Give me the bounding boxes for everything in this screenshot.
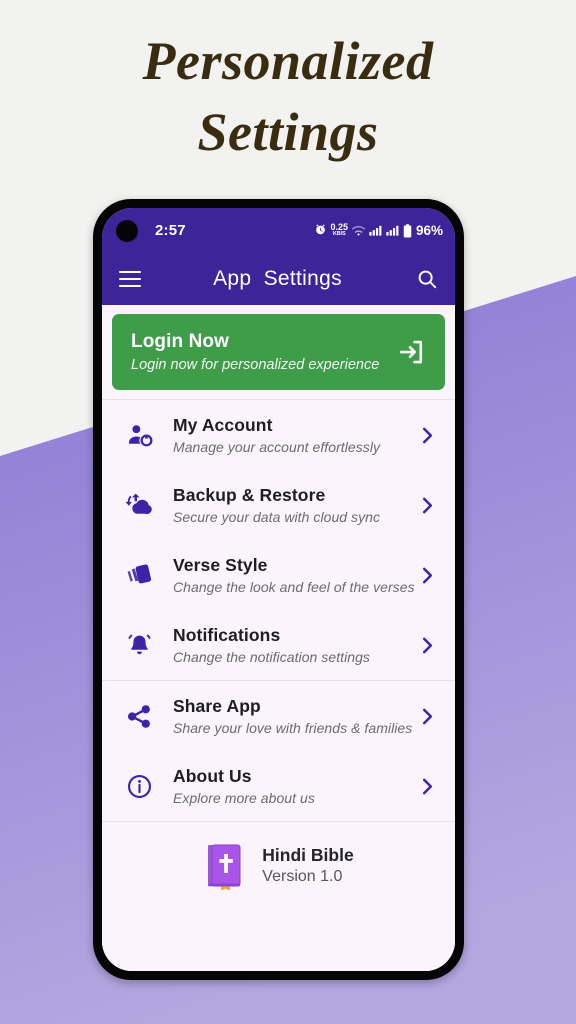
battery-percent-label: 96% [415, 223, 443, 238]
settings-row-texts: About Us Explore more about us [156, 766, 417, 806]
settings-row-texts: Share App Share your love with friends &… [156, 696, 417, 736]
settings-row-subtitle: Manage your account effortlessly [173, 439, 381, 455]
settings-row-subtitle: Explore more about us [173, 790, 315, 806]
settings-row-subtitle: Share your love with friends & families [173, 720, 413, 736]
settings-row-backup-restore[interactable]: Backup & Restore Secure your data with c… [102, 470, 455, 540]
settings-row-texts: My Account Manage your account effortles… [156, 415, 417, 455]
login-arrow-icon[interactable] [397, 337, 427, 367]
network-speed-indicator: 0.25 KB/S [330, 223, 348, 238]
login-now-card[interactable]: Login Now Login now for personalized exp… [112, 314, 445, 390]
login-card-subtitle: Login now for personalized experience [131, 357, 380, 373]
settings-row-subtitle: Change the look and feel of the verses [173, 579, 415, 595]
network-speed-unit: KB/S [332, 231, 346, 238]
hamburger-menu-icon[interactable] [119, 271, 141, 287]
page-title-line-1: Personalized [142, 31, 434, 91]
chevron-right-icon[interactable] [417, 707, 437, 726]
page-title-line-2: Settings [197, 102, 379, 163]
status-bar-time: 2:57 [155, 222, 186, 239]
settings-row-title: Notifications [173, 625, 281, 645]
settings-group-secondary: Share App Share your love with friends &… [102, 681, 455, 821]
settings-row-about-us[interactable]: About Us Explore more about us [102, 751, 455, 821]
camera-punch-hole [116, 219, 138, 242]
phone-screen: 2:57 0.25 KB/S 96% App Settings Login No… [102, 208, 455, 971]
status-bar: 2:57 0.25 KB/S 96% [102, 208, 455, 253]
chevron-right-icon[interactable] [417, 777, 437, 796]
status-bar-indicators: 0.25 KB/S 96% [314, 223, 443, 238]
settings-row-subtitle: Secure your data with cloud sync [173, 509, 381, 525]
app-bar: App Settings [102, 253, 455, 305]
settings-group-primary: My Account Manage your account effortles… [102, 400, 455, 680]
app-version-label: Version 1.0 [262, 867, 343, 885]
settings-row-texts: Backup & Restore Secure your data with c… [156, 485, 417, 525]
search-icon[interactable] [416, 268, 438, 290]
app-bar-title: App Settings [213, 267, 342, 290]
settings-row-notifications[interactable]: Notifications Change the notification se… [102, 610, 455, 680]
chevron-right-icon[interactable] [417, 636, 437, 655]
settings-row-texts: Notifications Change the notification se… [156, 625, 417, 665]
chevron-right-icon[interactable] [417, 496, 437, 515]
page-title: Personalized Settings [0, 26, 576, 169]
settings-row-title: Backup & Restore [173, 485, 326, 505]
settings-row-texts: Verse Style Change the look and feel of … [156, 555, 417, 595]
settings-row-title: About Us [173, 766, 252, 786]
verse-style-cards-icon [122, 561, 156, 589]
settings-row-my-account[interactable]: My Account Manage your account effortles… [102, 400, 455, 470]
app-name-label: Hindi Bible [262, 845, 354, 866]
wifi-icon [351, 225, 366, 236]
login-card-texts: Login Now Login now for personalized exp… [131, 331, 397, 373]
footer-filler-space [102, 910, 455, 971]
chevron-right-icon[interactable] [417, 426, 437, 445]
bell-icon [122, 632, 156, 659]
settings-row-title: My Account [173, 415, 273, 435]
cloud-sync-icon [122, 491, 156, 519]
app-identity-texts: Hindi Bible Version 1.0 [262, 844, 353, 888]
bible-book-icon [203, 842, 247, 891]
chevron-right-icon[interactable] [417, 566, 437, 585]
settings-content: Login Now Login now for personalized exp… [102, 305, 455, 971]
alarm-icon [316, 224, 326, 235]
battery-icon [403, 223, 412, 237]
login-card-title: Login Now [131, 331, 229, 352]
settings-row-verse-style[interactable]: Verse Style Change the look and feel of … [102, 540, 455, 610]
account-gear-icon [122, 422, 156, 449]
app-identity-footer: Hindi Bible Version 1.0 [102, 822, 455, 910]
info-circle-icon [122, 773, 156, 800]
settings-row-subtitle: Change the notification settings [173, 649, 370, 665]
signal-bars-icon [386, 225, 399, 236]
settings-row-title: Verse Style [173, 555, 268, 575]
login-card-container: Login Now Login now for personalized exp… [102, 305, 455, 399]
settings-row-share-app[interactable]: Share App Share your love with friends &… [102, 681, 455, 751]
phone-mockup-frame: 2:57 0.25 KB/S 96% App Settings Login No… [93, 199, 464, 980]
share-nodes-icon [122, 703, 156, 730]
settings-row-title: Share App [173, 696, 261, 716]
signal-bars-icon [369, 225, 382, 236]
